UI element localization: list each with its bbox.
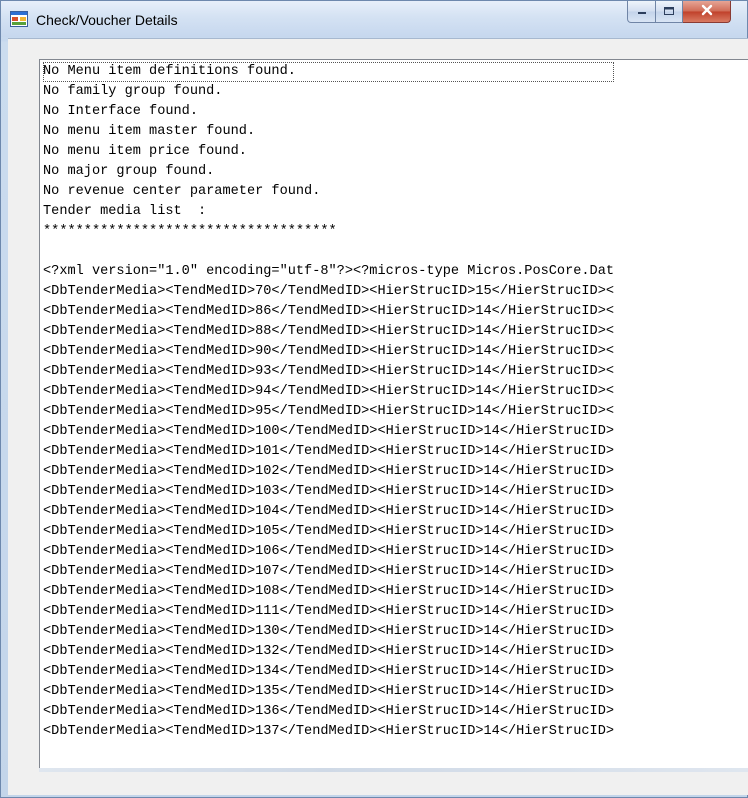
- text-line: <DbTenderMedia><TendMedID>86</TendMedID>…: [43, 304, 615, 319]
- text-line: <DbTenderMedia><TendMedID>103</TendMedID…: [43, 484, 615, 499]
- text-line: <DbTenderMedia><TendMedID>102</TendMedID…: [43, 464, 615, 479]
- text-line: No Menu item definitions found.: [43, 62, 615, 82]
- text-line: <DbTenderMedia><TendMedID>135</TendMedID…: [43, 684, 615, 699]
- text-line: No Interface found.: [43, 104, 198, 119]
- text-line: <DbTenderMedia><TendMedID>95</TendMedID>…: [43, 404, 615, 419]
- text-line: No menu item master found.: [43, 124, 256, 139]
- text-line: <DbTenderMedia><TendMedID>107</TendMedID…: [43, 564, 615, 579]
- text-line: <DbTenderMedia><TendMedID>132</TendMedID…: [43, 644, 615, 659]
- text-line: <DbTenderMedia><TendMedID>93</TendMedID>…: [43, 364, 615, 379]
- text-line: No revenue center parameter found.: [43, 184, 321, 199]
- check-voucher-details-window: Check/Voucher Details No Menu item defin…: [0, 0, 748, 798]
- text-line: [43, 242, 614, 262]
- maximize-icon: [663, 3, 675, 21]
- caption-buttons: [627, 1, 731, 25]
- text-line: <DbTenderMedia><TendMedID>90</TendMedID>…: [43, 344, 615, 359]
- text-line: No menu item price found.: [43, 144, 247, 159]
- text-line: <DbTenderMedia><TendMedID>137</TendMedID…: [43, 724, 615, 739]
- form-window-icon[interactable]: [10, 11, 28, 27]
- title-bar[interactable]: Check/Voucher Details: [1, 1, 747, 37]
- text-line: <DbTenderMedia><TendMedID>105</TendMedID…: [43, 524, 615, 539]
- text-line: <DbTenderMedia><TendMedID>70</TendMedID>…: [43, 284, 615, 299]
- close-icon: [700, 3, 714, 21]
- text-line: <DbTenderMedia><TendMedID>106</TendMedID…: [43, 544, 615, 559]
- text-line: <DbTenderMedia><TendMedID>136</TendMedID…: [43, 704, 615, 719]
- minimize-button[interactable]: [627, 1, 656, 23]
- maximize-button[interactable]: [656, 1, 683, 23]
- text-line: <DbTenderMedia><TendMedID>134</TendMedID…: [43, 664, 615, 679]
- text-line: <DbTenderMedia><TendMedID>101</TendMedID…: [43, 444, 615, 459]
- minimize-icon: [636, 3, 648, 21]
- text-line: <DbTenderMedia><TendMedID>94</TendMedID>…: [43, 384, 615, 399]
- text-line: <DbTenderMedia><TendMedID>111</TendMedID…: [43, 604, 615, 619]
- close-button[interactable]: [683, 1, 731, 23]
- text-line: Tender media list :: [43, 204, 207, 219]
- text-line: No major group found.: [43, 164, 215, 179]
- details-text: No Menu item definitions found. No family…: [43, 62, 615, 742]
- client-area: No Menu item definitions found. No family…: [8, 38, 748, 795]
- text-line: No family group found.: [43, 84, 223, 99]
- text-line: <DbTenderMedia><TendMedID>108</TendMedID…: [43, 584, 615, 599]
- text-line: <DbTenderMedia><TendMedID>130</TendMedID…: [43, 624, 615, 639]
- window-title: Check/Voucher Details: [36, 12, 178, 28]
- details-textbox[interactable]: No Menu item definitions found. No family…: [39, 59, 748, 769]
- text-line: <DbTenderMedia><TendMedID>88</TendMedID>…: [43, 324, 615, 339]
- text-line: <DbTenderMedia><TendMedID>104</TendMedID…: [43, 504, 615, 519]
- text-line: <?xml version="1.0" encoding="utf-8"?><?…: [43, 264, 615, 279]
- text-line: <DbTenderMedia><TendMedID>100</TendMedID…: [43, 424, 615, 439]
- text-line: ************************************: [43, 224, 337, 239]
- horizontal-scroll-strip[interactable]: [39, 768, 748, 772]
